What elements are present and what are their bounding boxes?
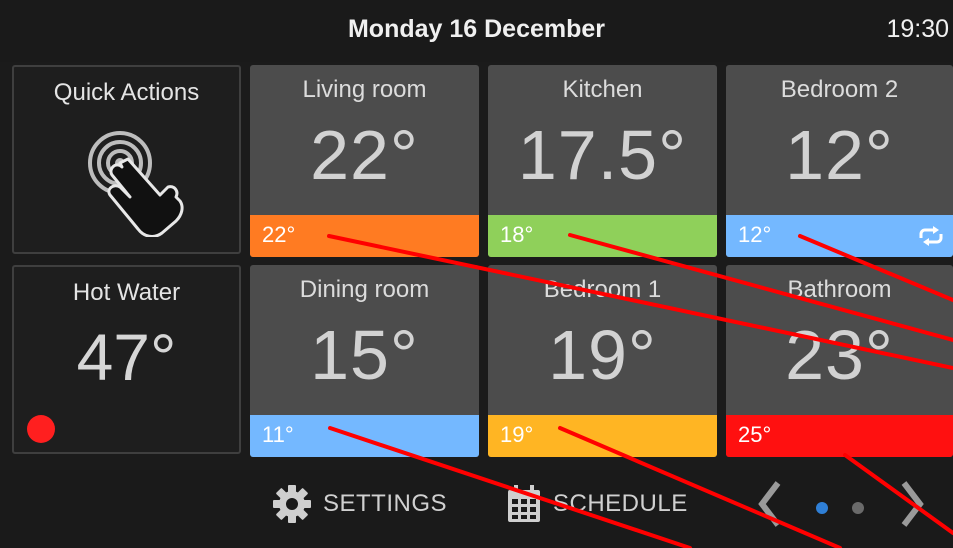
- settings-label: SETTINGS: [323, 490, 448, 517]
- setpoint-value: 25°: [738, 422, 772, 447]
- setpoint-bar: 19°: [488, 415, 717, 457]
- date-label: Monday 16 December: [347, 15, 606, 43]
- room-temperature: 17.5°: [517, 116, 688, 194]
- room-tile-bedroom-1[interactable]: Bedroom 1 19° 19°: [488, 265, 717, 457]
- chevron-right-icon[interactable]: [900, 479, 926, 529]
- setpoint-value: 22°: [262, 222, 296, 247]
- calendar-icon: [508, 485, 540, 522]
- thermostat-screen: Monday 16 December 19:30 Quick Actions H…: [0, 0, 953, 548]
- setpoint-bar: 22°: [250, 215, 479, 257]
- room-name: Bedroom 1: [543, 276, 662, 303]
- setpoint-bar: 12°: [726, 215, 953, 257]
- room-tile-bedroom-2[interactable]: Bedroom 2 12° 12°: [726, 65, 953, 257]
- status-dot: [27, 415, 55, 443]
- room-name: Bedroom 2: [780, 76, 899, 103]
- room-name: Dining room: [299, 276, 430, 303]
- setpoint-bar: 11°: [250, 415, 479, 457]
- room-temperature: 19°: [548, 316, 657, 394]
- quick-actions-tile[interactable]: Quick Actions: [12, 65, 241, 254]
- setpoint-bar: 25°: [726, 415, 953, 457]
- room-temperature: 12°: [785, 116, 894, 194]
- hot-water-temperature: 47°: [76, 320, 177, 394]
- room-name: Kitchen: [562, 76, 643, 103]
- room-name: Living room: [302, 76, 427, 103]
- clock: 19:30: [886, 15, 949, 43]
- touch-icon: [88, 131, 184, 237]
- hot-water-tile[interactable]: Hot Water 47°: [12, 265, 241, 454]
- room-temperature: 15°: [310, 316, 419, 394]
- settings-button[interactable]: SETTINGS: [271, 482, 447, 526]
- room-tile-living-room[interactable]: Living room 22° 22°: [250, 65, 479, 257]
- setpoint-value: 19°: [500, 422, 534, 447]
- page-indicator-1[interactable]: [816, 502, 828, 514]
- gear-icon: [273, 485, 311, 523]
- schedule-label: SCHEDULE: [553, 490, 688, 517]
- sync-icon: [919, 226, 943, 246]
- chevron-left-icon[interactable]: [756, 479, 782, 529]
- setpoint-value: 18°: [500, 222, 534, 247]
- page-indicator-2[interactable]: [852, 502, 864, 514]
- quick-actions-title: Quick Actions: [53, 79, 200, 106]
- setpoint-value: 11°: [262, 422, 294, 447]
- room-temperature: 22°: [310, 116, 419, 194]
- room-temperature: 23°: [785, 316, 894, 394]
- room-name: Bathroom: [787, 276, 892, 303]
- room-tile-bathroom[interactable]: Bathroom 23° 25°: [726, 265, 953, 457]
- header-bar: Monday 16 December 19:30: [0, 0, 953, 62]
- footer-bar: SETTINGS SCHEDULE: [0, 470, 953, 548]
- hot-water-title: Hot Water: [72, 279, 181, 306]
- room-tile-kitchen[interactable]: Kitchen 17.5° 18°: [488, 65, 717, 257]
- setpoint-value: 12°: [738, 222, 772, 247]
- schedule-button[interactable]: SCHEDULE: [505, 482, 688, 526]
- room-tile-dining-room[interactable]: Dining room 15° 11°: [250, 265, 479, 457]
- setpoint-bar: 18°: [488, 215, 717, 257]
